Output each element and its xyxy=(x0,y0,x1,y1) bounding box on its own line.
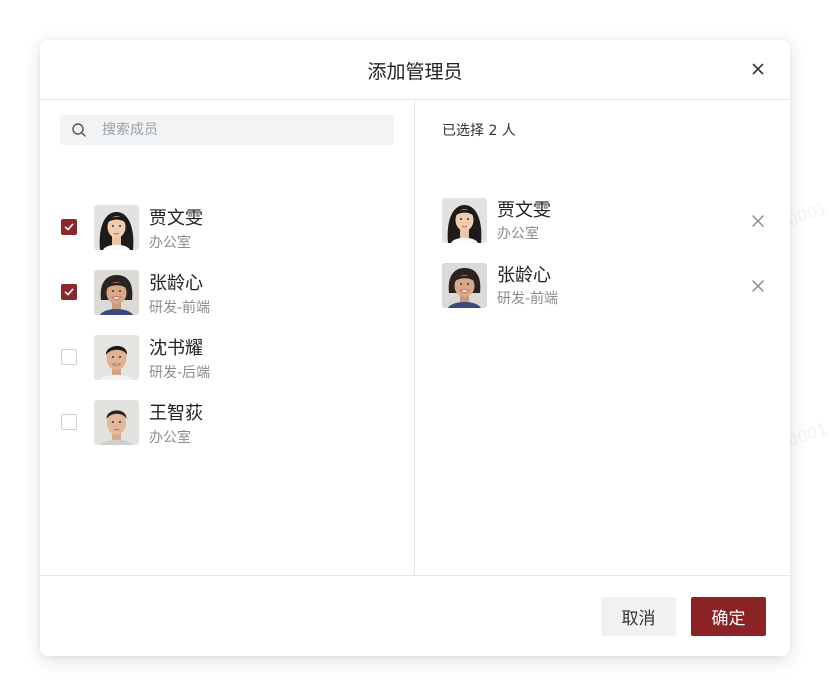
member-checkbox[interactable] xyxy=(61,349,77,365)
avatar xyxy=(442,198,487,243)
selected-panel: 已选择 2 人 贾文雯 办公室 张龄心 研发-前端 xyxy=(415,100,790,575)
search-input[interactable] xyxy=(102,115,382,145)
selected-name: 张龄心 xyxy=(497,265,551,286)
selected-dept: 研发-前端 xyxy=(497,291,559,307)
member-name: 张龄心 xyxy=(149,273,203,294)
remove-button[interactable] xyxy=(749,212,767,230)
selected-item: 贾文雯 办公室 xyxy=(415,198,790,244)
avatar xyxy=(94,205,139,250)
member-dept: 研发-前端 xyxy=(149,300,211,316)
member-dept: 办公室 xyxy=(149,235,191,251)
member-checkbox[interactable] xyxy=(61,284,77,300)
remove-button[interactable] xyxy=(749,277,767,295)
member-name: 王智荻 xyxy=(149,403,203,424)
member-item[interactable]: 沈书耀 研发-后端 xyxy=(40,335,414,385)
search-box[interactable] xyxy=(60,115,394,145)
search-icon xyxy=(72,123,86,137)
avatar xyxy=(94,400,139,445)
avatar xyxy=(442,263,487,308)
dialog-footer: 取消 确定 xyxy=(40,575,790,656)
member-checkbox[interactable] xyxy=(61,414,77,430)
member-checkbox[interactable] xyxy=(61,219,77,235)
member-dept: 研发-后端 xyxy=(149,365,211,381)
close-icon xyxy=(752,63,764,75)
dialog-title: 添加管理员 xyxy=(367,61,463,83)
check-icon xyxy=(64,288,74,296)
member-item[interactable]: 张龄心 研发-前端 xyxy=(40,270,414,320)
selected-count: 已选择 2 人 xyxy=(442,123,516,139)
selected-item: 张龄心 研发-前端 xyxy=(415,263,790,309)
dialog-header: 添加管理员 xyxy=(40,40,790,100)
close-button[interactable] xyxy=(746,57,770,81)
close-icon xyxy=(752,215,764,227)
cancel-button[interactable]: 取消 xyxy=(601,597,676,636)
member-name: 贾文雯 xyxy=(149,208,203,229)
add-admin-dialog: 添加管理员 搜索成员 贾文雯 办公室 张龄心 研发-前端 沈书耀 研发-后端 王… xyxy=(40,40,790,656)
member-item[interactable]: 贾文雯 办公室 xyxy=(40,205,414,255)
avatar xyxy=(94,270,139,315)
member-panel: 贾文雯 办公室 张龄心 研发-前端 xyxy=(40,100,415,575)
member-name: 沈书耀 xyxy=(149,338,203,359)
member-dept: 办公室 xyxy=(149,430,191,446)
selected-name: 贾文雯 xyxy=(497,200,551,221)
close-icon xyxy=(752,280,764,292)
check-icon xyxy=(64,223,74,231)
selected-dept: 办公室 xyxy=(497,226,539,242)
member-item[interactable]: 王智荻 办公室 xyxy=(40,400,414,450)
avatar xyxy=(94,335,139,380)
confirm-button[interactable]: 确定 xyxy=(691,597,766,636)
